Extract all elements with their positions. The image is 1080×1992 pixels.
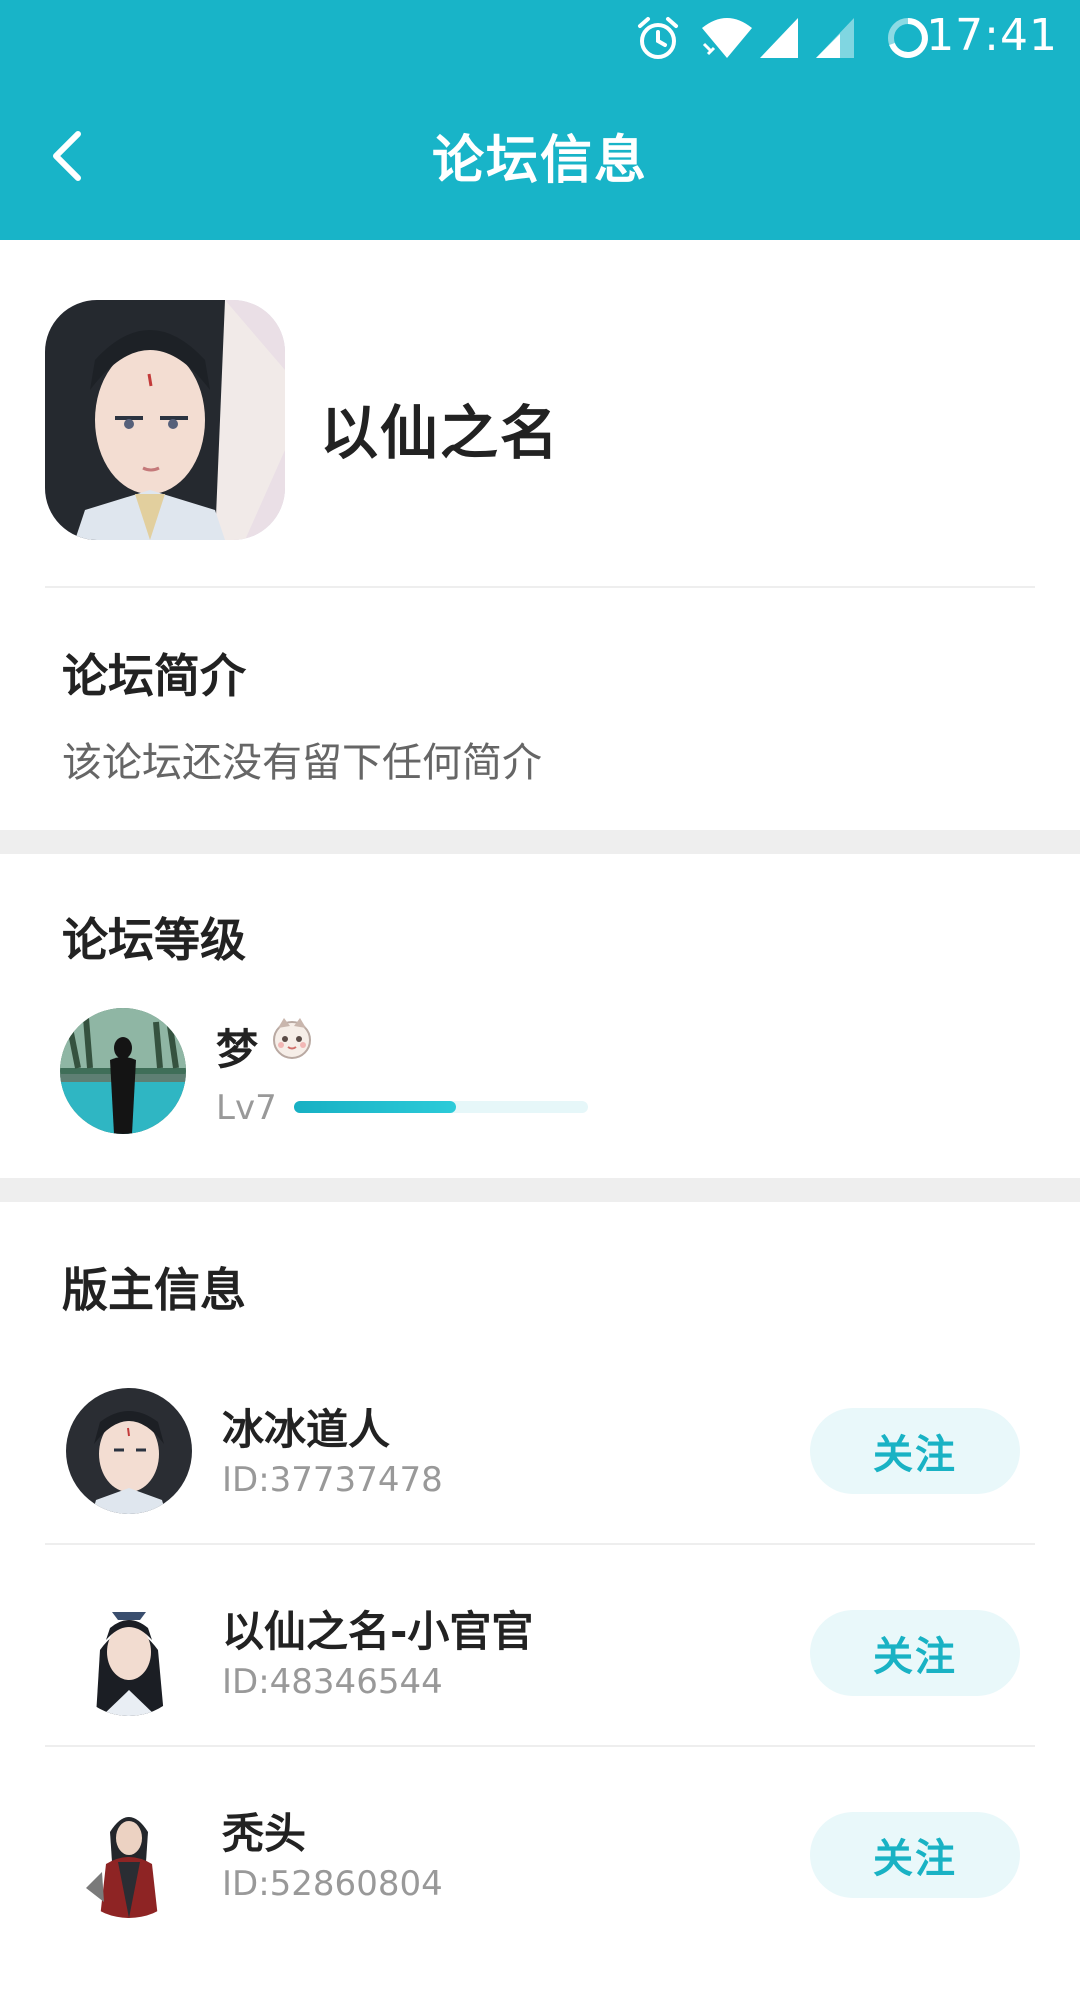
moderator-id: ID:37737478 [222, 1460, 443, 1500]
signal-icon [760, 18, 798, 58]
moderators-section-title: 版主信息 [62, 1263, 246, 1317]
follow-button[interactable]: 关注 [810, 1812, 1020, 1898]
divider [45, 1543, 1035, 1545]
page-title: 论坛信息 [431, 131, 648, 191]
status-bar: 17:41 [0, 0, 1080, 78]
moderator-id: ID:52860804 [222, 1864, 443, 1904]
app-header: 17:41 论坛信息 [0, 0, 1080, 240]
level-progress-bar [294, 1101, 588, 1113]
level-user-name: 梦 [216, 1025, 259, 1074]
moderator-name: 秃头 [222, 1809, 307, 1858]
forum-avatar [45, 300, 285, 540]
alarm-icon [638, 17, 678, 59]
moderator-row: 秃头 ID:52860804 关注 [0, 1792, 1080, 1992]
avatar[interactable] [66, 1388, 192, 1514]
cartoon-badge-icon [273, 1018, 311, 1059]
level-section-title: 论坛等级 [62, 913, 246, 967]
intro-text: 该论坛还没有留下任何简介 [62, 740, 542, 786]
moderator-id: ID:48346544 [222, 1662, 443, 1702]
wifi-icon [702, 18, 752, 58]
moderator-row: 冰冰道人 ID:37737478 关注 [0, 1388, 1080, 1588]
moderator-name: 冰冰道人 [222, 1405, 391, 1454]
loading-ring-icon [888, 18, 928, 58]
level-label: Lv7 [216, 1088, 277, 1128]
section-divider [0, 830, 1080, 854]
moderator-name: 以仙之名-小官官 [222, 1607, 534, 1656]
moderator-row: 以仙之名-小官官 ID:48346544 关注 [0, 1590, 1080, 1790]
divider [45, 1745, 1035, 1747]
clock-text: 17:41 [926, 10, 1058, 61]
intro-section-title: 论坛简介 [62, 649, 246, 703]
signal-icon [816, 18, 854, 58]
divider [45, 586, 1035, 588]
level-progress-fill [294, 1101, 456, 1113]
avatar[interactable] [66, 1792, 192, 1918]
avatar[interactable] [66, 1590, 192, 1716]
follow-button[interactable]: 关注 [810, 1610, 1020, 1696]
section-divider [0, 1178, 1080, 1202]
avatar[interactable] [60, 1008, 186, 1134]
follow-button[interactable]: 关注 [810, 1408, 1020, 1494]
forum-name: 以仙之名 [320, 399, 561, 467]
